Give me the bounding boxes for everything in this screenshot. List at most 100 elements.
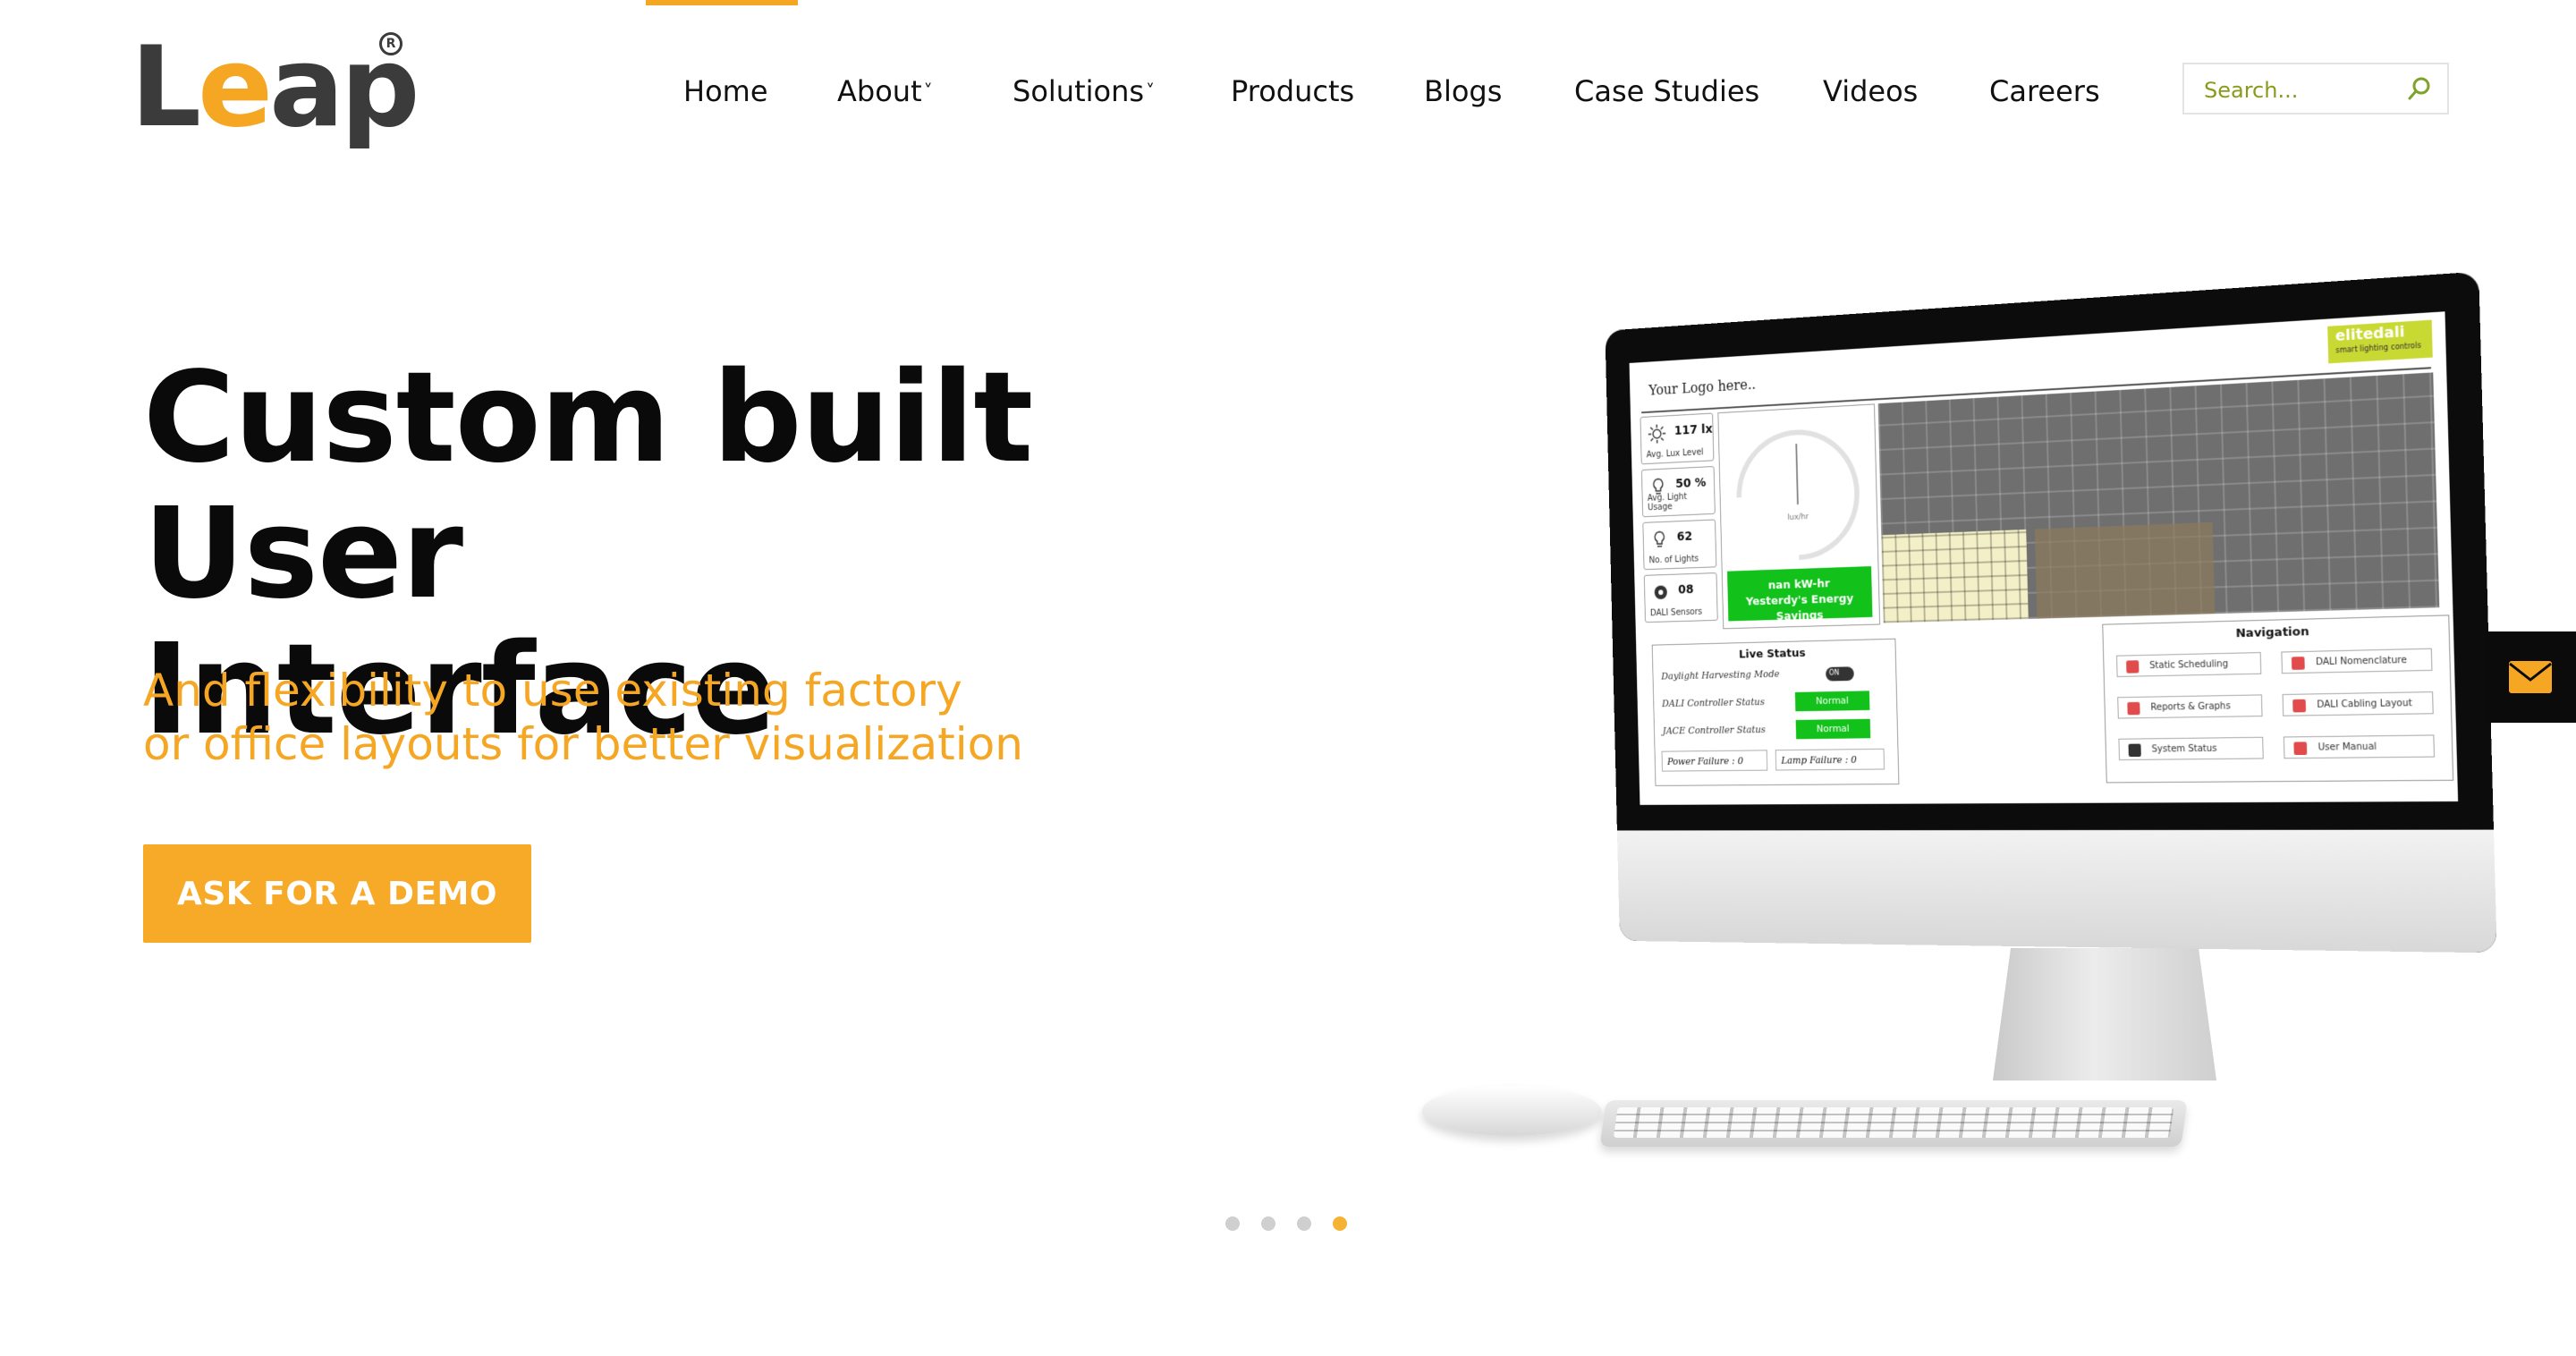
imac-chin xyxy=(1616,829,2497,953)
status-badge: Normal xyxy=(1795,718,1871,740)
active-nav-indicator xyxy=(646,0,798,5)
hero-title-line: Custom built User xyxy=(143,345,1033,627)
nav-system-status[interactable]: System Status xyxy=(2118,736,2264,761)
navbtn-label: Static Scheduling xyxy=(2149,659,2229,672)
status-badge: Normal xyxy=(1794,691,1870,712)
registered-mark: R xyxy=(379,32,402,55)
brand-name: elitedali xyxy=(2334,322,2405,345)
hero-subtitle-line: or office layouts for better visualizati… xyxy=(143,718,1023,770)
navigation-panel: Navigation Static Scheduling DALI Nomenc… xyxy=(2102,614,2454,784)
search-box xyxy=(2182,63,2449,114)
nav-label: Blogs xyxy=(1424,74,1503,108)
nav-label: Careers xyxy=(1989,74,2100,108)
nav-label: Case Studies xyxy=(1574,74,1760,108)
floating-contact-button[interactable] xyxy=(2485,631,2576,723)
nav-dali-nomenclature[interactable]: DALI Nomenclature xyxy=(2281,648,2433,674)
leap-logo[interactable]: Leap R xyxy=(131,32,420,148)
calendar-icon xyxy=(2126,660,2140,674)
panel-title: Navigation xyxy=(2235,624,2309,641)
status-label: DALI Controller Status xyxy=(1661,696,1765,709)
monitor-icon xyxy=(2128,743,2141,757)
daylight-toggle[interactable]: ON xyxy=(1826,666,1854,682)
gauge-arc xyxy=(1711,403,1885,588)
nav-dali-cabling-layout[interactable]: DALI Cabling Layout xyxy=(2282,691,2434,716)
nav-user-manual[interactable]: User Manual xyxy=(2283,734,2436,759)
status-label: Daylight Harvesting Mode xyxy=(1661,668,1780,682)
stat-lights: 62 No. of Lights xyxy=(1642,519,1717,571)
ask-for-demo-button[interactable]: ASK FOR A DEMO xyxy=(143,844,531,943)
floor-plan-map[interactable] xyxy=(1877,372,2440,623)
nav-products[interactable]: Products xyxy=(1231,64,1354,118)
nav-static-scheduling[interactable]: Static Scheduling xyxy=(2116,652,2262,677)
search-icon[interactable] xyxy=(2406,75,2433,102)
energy-gauge: lux/hr nan kW-hr Yesterdy's Energy Savin… xyxy=(1711,403,1885,630)
sun-icon xyxy=(1648,423,1667,445)
keyboard-keys xyxy=(1613,1107,2174,1138)
stat-value: 62 xyxy=(1676,530,1693,545)
energy-savings-badge: nan kW-hr Yesterdy's Energy Savings xyxy=(1727,566,1873,623)
keyboard xyxy=(1599,1100,2188,1147)
search-input[interactable] xyxy=(2202,73,2402,107)
chevron-down-icon: ˅ xyxy=(1146,81,1156,102)
document-icon xyxy=(2291,657,2305,670)
stat-label: Avg. Lux Level xyxy=(1646,447,1704,461)
nav-blogs[interactable]: Blogs xyxy=(1424,64,1502,118)
document-icon xyxy=(2292,699,2307,713)
status-label: JACE Controller Status xyxy=(1662,724,1767,737)
bulb-icon xyxy=(1649,529,1669,550)
dashboard-logo-placeholder: Your Logo here.. xyxy=(1648,376,1757,399)
nav-label: Products xyxy=(1231,74,1355,108)
stat-label: Avg. Light Usage xyxy=(1647,492,1688,513)
nav-label: Videos xyxy=(1823,74,1919,108)
nav-case-studies[interactable]: Case Studies xyxy=(1574,64,1759,118)
stat-value: 117 lx xyxy=(1674,422,1713,438)
navbtn-label: DALI Nomenclature xyxy=(2315,655,2408,668)
nav-label: Home xyxy=(683,74,768,108)
imac-display: Your Logo here.. elitedali smart lighting… xyxy=(1605,271,2497,953)
elitedali-logo: elitedali smart lighting controls xyxy=(2327,319,2433,364)
stat-light-usage: 50 % Avg. Light Usage xyxy=(1640,466,1716,518)
energy-value: nan kW-hr xyxy=(1767,577,1830,593)
room-zone xyxy=(2034,521,2216,619)
lit-zone[interactable] xyxy=(1881,529,2029,623)
chart-icon xyxy=(2127,701,2140,716)
magic-mouse xyxy=(1422,1086,1601,1136)
logo-wordmark: Leap xyxy=(131,23,420,152)
nav-label: About xyxy=(837,74,922,108)
navbtn-label: System Status xyxy=(2151,743,2217,755)
nav-careers[interactable]: Careers xyxy=(1989,64,2100,118)
lamp-failure-count: Lamp Failure : 0 xyxy=(1775,748,1885,771)
hero-subtitle-line: And flexibility to use existing factory xyxy=(143,665,962,716)
nav-videos[interactable]: Videos xyxy=(1823,64,1918,118)
nav-reports-graphs[interactable]: Reports & Graphs xyxy=(2117,694,2263,719)
nav-label: Solutions xyxy=(1013,74,1145,108)
chevron-down-icon: ˅ xyxy=(923,81,933,102)
stat-value: 08 xyxy=(1677,582,1694,597)
hero-subtitle: And flexibility to use existing factory … xyxy=(143,664,1127,771)
stat-sensors: 08 DALI Sensors xyxy=(1643,572,1718,623)
sensor-icon xyxy=(1654,585,1668,600)
live-status-panel: Live Status Daylight Harvesting Mode ON … xyxy=(1651,638,1900,786)
stat-label: No. of Lights xyxy=(1648,554,1699,566)
toggle-label: ON xyxy=(1828,668,1840,677)
nav-about[interactable]: About ˅ xyxy=(837,64,933,118)
panel-title: Live Status xyxy=(1738,647,1806,662)
stat-lux: 117 lx Avg. Lux Level xyxy=(1640,412,1715,465)
stat-label: DALI Sensors xyxy=(1649,606,1703,619)
carousel-dot[interactable] xyxy=(1297,1216,1311,1231)
carousel-dot[interactable] xyxy=(1225,1216,1240,1231)
navbtn-label: User Manual xyxy=(2318,742,2377,753)
mail-icon xyxy=(2509,661,2552,693)
energy-label: Yesterdy's Energy Savings xyxy=(1745,592,1854,623)
dashboard-screen: Your Logo here.. elitedali smart lighting… xyxy=(1629,311,2459,805)
power-failure-count: Power Failure : 0 xyxy=(1661,750,1768,772)
nav-home[interactable]: Home xyxy=(683,64,768,118)
carousel-dot[interactable] xyxy=(1261,1216,1275,1231)
navbtn-label: Reports & Graphs xyxy=(2150,701,2231,713)
stat-value: 50 % xyxy=(1675,476,1707,491)
navbtn-label: DALI Cabling Layout xyxy=(2317,698,2412,710)
imac-stand xyxy=(1993,948,2216,1081)
nav-solutions[interactable]: Solutions ˅ xyxy=(1013,64,1155,118)
book-icon xyxy=(2293,742,2308,756)
carousel-dot-active[interactable] xyxy=(1333,1216,1347,1231)
